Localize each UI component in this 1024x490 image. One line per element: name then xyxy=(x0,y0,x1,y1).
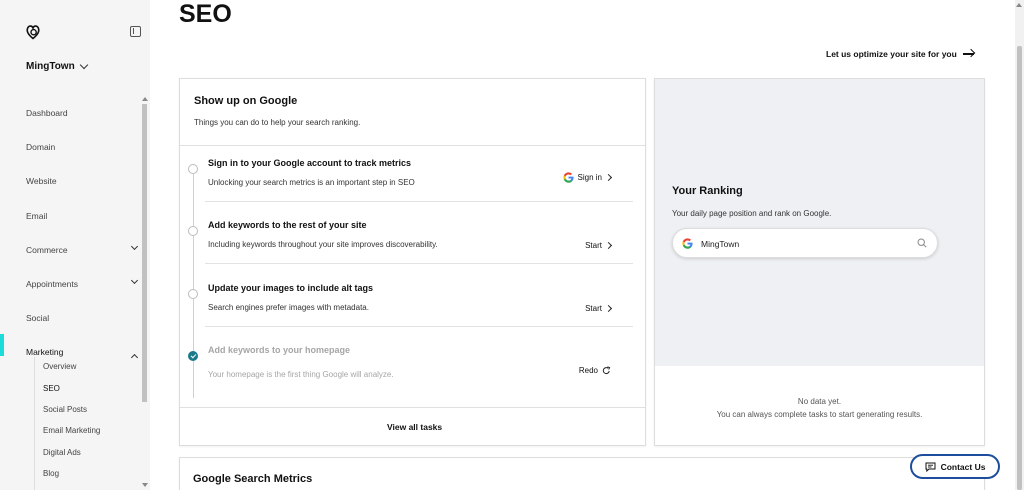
subnav-item-social-posts[interactable]: Social Posts xyxy=(0,399,150,420)
task-title: Add keywords to the rest of your site xyxy=(208,220,367,230)
start-button[interactable]: Start xyxy=(585,241,613,250)
task-status-icon xyxy=(188,226,198,236)
task-item: Update your images to include alt tags S… xyxy=(188,283,633,351)
your-ranking-card: Your Ranking Your daily page position an… xyxy=(654,78,985,446)
ranking-panel: Your Ranking Your daily page position an… xyxy=(655,79,984,366)
card-title: Your Ranking xyxy=(672,185,743,197)
sidebar-item-commerce[interactable]: Commerce xyxy=(0,233,150,267)
subnav-item-overview[interactable]: Overview xyxy=(0,356,150,377)
divider xyxy=(180,145,645,146)
task-action-label: Sign in xyxy=(577,173,602,182)
site-switcher[interactable]: MingTown xyxy=(26,60,88,72)
card-title: Google Search Metrics xyxy=(193,473,313,485)
task-status-icon xyxy=(188,164,198,174)
chevron-down-icon xyxy=(79,60,88,70)
sidebar-item-dashboard[interactable]: Dashboard xyxy=(0,96,150,130)
task-title: Sign in to your Google account to track … xyxy=(208,158,412,168)
chevron-right-icon xyxy=(604,241,613,250)
start-button[interactable]: Start xyxy=(585,304,613,313)
divider xyxy=(205,263,633,264)
google-icon xyxy=(682,238,693,249)
divider xyxy=(205,201,633,202)
task-title: Update your images to include alt tags xyxy=(208,283,374,293)
page-scrollbar[interactable] xyxy=(1017,46,1022,490)
sidebar-nav: Dashboard Domain Website Email Commerce … xyxy=(0,96,150,370)
task-item: Add keywords to the rest of your site In… xyxy=(188,220,633,288)
sidebar-item-label: Domain xyxy=(26,142,56,153)
chevron-down-icon xyxy=(130,242,139,250)
task-description: Unlocking your search metrics is an impo… xyxy=(208,178,415,187)
redo-icon xyxy=(602,366,611,375)
google-icon xyxy=(562,172,574,183)
contact-us-button[interactable]: Contact Us xyxy=(910,454,1000,479)
sidebar-item-domain[interactable]: Domain xyxy=(0,130,150,164)
sidebar-item-email[interactable]: Email xyxy=(0,199,150,233)
sidebar-item-appointments[interactable]: Appointments xyxy=(0,267,150,301)
redo-button[interactable]: Redo xyxy=(579,366,611,375)
optimize-site-link[interactable]: Let us optimize your site for you xyxy=(826,49,974,59)
card-subtitle: Things you can do to help your search ra… xyxy=(194,118,361,127)
sidebar-scrollbar[interactable] xyxy=(142,104,147,402)
search-icon[interactable] xyxy=(917,238,927,248)
sidebar-item-label: Dashboard xyxy=(26,108,68,119)
subnav-item-digital-ads[interactable]: Digital Ads xyxy=(0,442,150,463)
empty-state-title: No data yet. xyxy=(797,397,842,406)
card-subtitle: Your daily page position and rank on Goo… xyxy=(672,209,832,218)
task-description: Including keywords throughout your site … xyxy=(208,240,438,249)
search-value: MingTown xyxy=(701,239,740,249)
task-action-label: Start xyxy=(585,241,602,250)
sidebar-scroll-up-icon[interactable] xyxy=(142,97,148,101)
card-title: Show up on Google xyxy=(194,95,298,107)
task-title: Add keywords to your homepage xyxy=(208,345,351,355)
arrow-right-icon xyxy=(962,53,974,55)
chevron-right-icon xyxy=(604,304,613,313)
task-status-icon xyxy=(188,289,198,299)
contact-us-label: Contact Us xyxy=(940,461,986,472)
page-scroll-up-icon[interactable] xyxy=(1016,3,1022,7)
google-search-metrics-card: Google Search Metrics xyxy=(179,457,985,490)
sidebar-item-label: Email xyxy=(26,210,48,221)
task-action-label: Redo xyxy=(578,366,598,375)
chevron-right-icon xyxy=(604,173,613,182)
task-item: Sign in to your Google account to track … xyxy=(188,158,633,226)
active-indicator xyxy=(0,334,4,356)
brand-logo-icon[interactable] xyxy=(25,24,41,40)
subnav-item-email-marketing[interactable]: Email Marketing xyxy=(0,420,150,441)
sidebar: MingTown Dashboard Domain Website Email … xyxy=(0,0,150,490)
sign-in-button[interactable]: Sign in xyxy=(562,172,613,183)
divider xyxy=(205,326,633,327)
sidebar-item-label: Commerce xyxy=(26,244,68,255)
page-title: SEO xyxy=(179,0,232,28)
subnav-item-blog[interactable]: Blog xyxy=(0,463,150,484)
site-name: MingTown xyxy=(26,61,75,72)
subnav-item-seo[interactable]: SEO xyxy=(0,377,150,398)
empty-state-text: You can always complete tasks to start g… xyxy=(716,410,923,419)
task-item: Add keywords to your homepage Your homep… xyxy=(188,345,633,413)
sidebar-item-label: Website xyxy=(26,176,57,187)
task-description: Search engines prefer images with metada… xyxy=(208,303,369,312)
task-action-label: Start xyxy=(585,304,602,313)
sidebar-item-label: Social xyxy=(26,313,50,324)
optimize-link-label: Let us optimize your site for you xyxy=(826,49,957,59)
sidebar-scroll-down-icon[interactable] xyxy=(142,483,148,487)
sidebar-item-website[interactable]: Website xyxy=(0,164,150,198)
view-all-tasks-button[interactable]: View all tasks xyxy=(387,422,442,432)
chat-icon xyxy=(925,462,936,472)
ranking-empty-state: No data yet. You can always complete tas… xyxy=(655,395,984,421)
sidebar-item-label: Appointments xyxy=(26,279,78,290)
divider xyxy=(180,407,645,408)
task-description: Your homepage is the first thing Google … xyxy=(208,370,394,379)
marketing-subnav: Overview SEO Social Posts Email Marketin… xyxy=(0,356,150,484)
checkmark-icon xyxy=(188,351,198,361)
chevron-down-icon xyxy=(130,276,139,284)
collapse-sidebar-icon[interactable] xyxy=(130,26,141,37)
ranking-search-input[interactable]: MingTown xyxy=(672,228,938,258)
sidebar-item-social[interactable]: Social xyxy=(0,301,150,335)
